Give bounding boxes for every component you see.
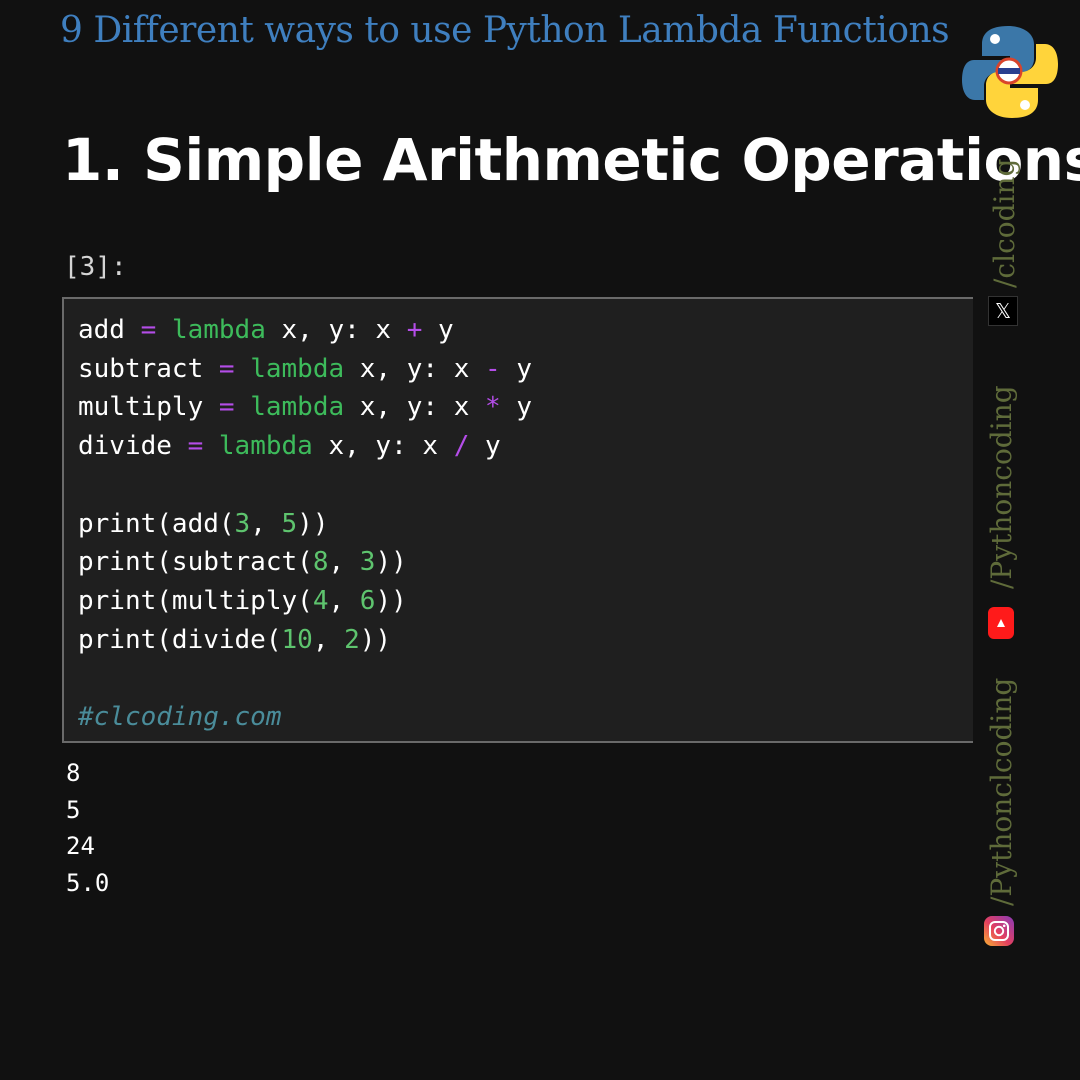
x-logo-icon: 𝕏 (988, 296, 1018, 326)
code-token: / (453, 431, 470, 462)
code-token: y (500, 392, 532, 423)
code-token: + (406, 315, 423, 345)
code-token: add (78, 315, 141, 345)
code-token: y (500, 353, 532, 384)
code-token: 2 (344, 624, 360, 655)
code-line: multiply = lambda x, y: x * y (78, 388, 532, 427)
code-token: 5 (281, 508, 298, 539)
code-token: 3 (234, 508, 251, 539)
code-token: * (485, 392, 501, 423)
code-token: 6 (359, 585, 376, 616)
python-logo-icon (960, 24, 1060, 120)
code-token: print(subtract( (78, 547, 313, 578)
code-cell[interactable]: add = lambda x, y: x + y subtract = lambd… (62, 297, 973, 743)
code-line: subtract = lambda x, y: x - y (78, 350, 532, 389)
code-token: 3 (359, 547, 376, 578)
code-token: - (485, 353, 501, 384)
header-title: 9 Different ways to use Python Lambda Fu… (60, 10, 950, 51)
code-token: )) (359, 624, 392, 655)
code-token: lambda (171, 315, 266, 345)
code-token: , (328, 547, 360, 578)
code-token: = (218, 353, 235, 384)
code-token: lambda (250, 353, 345, 384)
output-line: 5.0 (66, 868, 110, 897)
cell-execution-count: [3]: (64, 252, 127, 282)
code-line: print(add(3, 5)) (78, 505, 532, 544)
code-line: #clcoding.com (78, 698, 532, 737)
code-token: y (422, 315, 454, 345)
code-token: )) (297, 508, 329, 539)
code-token: lambda (218, 431, 313, 462)
code-token: x, y: x (344, 392, 486, 423)
code-token: 10 (281, 624, 313, 655)
code-token: x, y: x (265, 315, 407, 345)
code-token: , (312, 624, 345, 655)
output-line: 5 (66, 795, 81, 824)
code-line: print(multiply(4, 6)) (78, 582, 532, 621)
code-token: subtract (78, 353, 219, 384)
code-token: y (469, 431, 501, 462)
code-token: = (187, 431, 204, 462)
code-token: print(add( (78, 508, 235, 539)
section-heading: 1. Simple Arithmetic Operations: (62, 126, 1080, 194)
youtube-handle: /Pythoncoding (985, 385, 1018, 589)
code-token: lambda (250, 392, 345, 423)
instagram-logo-icon (984, 916, 1014, 946)
code-editor[interactable]: add = lambda x, y: x + y subtract = lambd… (78, 311, 532, 737)
code-token: )) (375, 585, 407, 616)
code-token: , (328, 585, 360, 616)
youtube-logo-icon (988, 607, 1014, 639)
twitter-handle: /clcoding (988, 158, 1021, 288)
code-line: divide = lambda x, y: x / y (78, 427, 532, 466)
code-token: print(divide( (78, 624, 282, 655)
instagram-handle: /Pythonclcoding (985, 677, 1018, 906)
code-token: = (140, 315, 157, 345)
code-token: divide (78, 431, 188, 462)
output-line: 8 (66, 759, 81, 787)
code-token: #clcoding.com (78, 702, 282, 733)
code-token: x, y: x (344, 353, 486, 384)
code-token: , (250, 508, 282, 539)
code-token: 8 (312, 547, 329, 578)
output-line: 24 (66, 832, 95, 860)
code-token: 4 (312, 585, 329, 616)
code-line: add = lambda x, y: x + y (78, 311, 532, 350)
code-token: = (218, 392, 235, 423)
code-line: print(subtract(8, 3)) (78, 543, 532, 582)
code-token: multiply (78, 392, 219, 423)
code-line: print(divide(10, 2)) (78, 621, 532, 660)
code-token: x, y: x (312, 431, 454, 462)
code-token: )) (375, 547, 407, 578)
code-token: print(multiply( (78, 585, 313, 616)
cell-output: 8 5 24 5.0 (66, 755, 109, 901)
